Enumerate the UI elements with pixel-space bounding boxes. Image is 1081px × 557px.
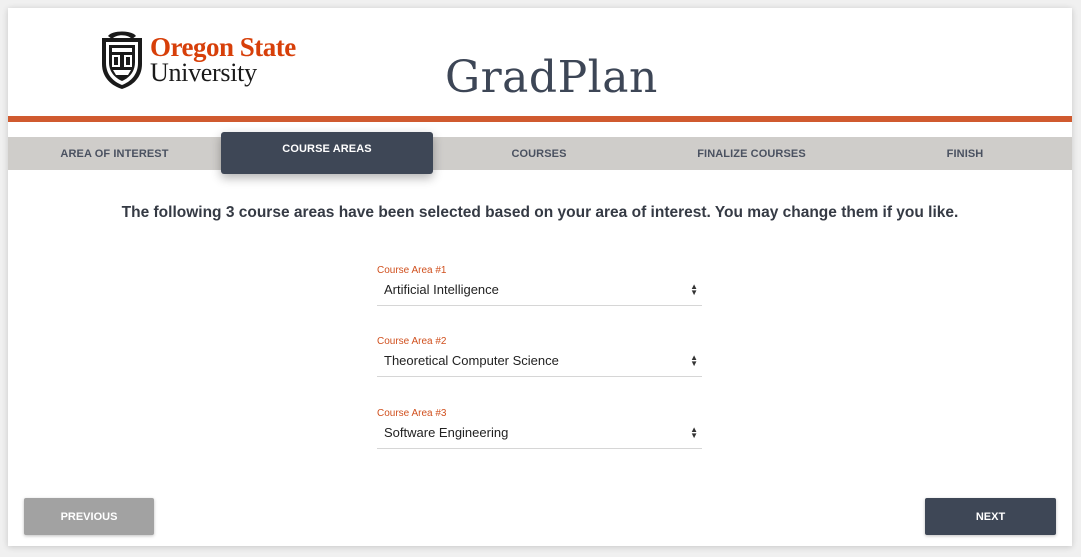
intro-text: The following 3 course areas have been s… [121,204,959,221]
course-area-2-field: Course Area #2 Theoretical Computer Scie… [377,336,702,377]
step-area-of-interest[interactable]: AREA OF INTEREST [8,137,221,170]
app-title: GradPlan [445,52,658,103]
course-area-1-field: Course Area #1 Artificial Intelligence ▲… [377,265,702,306]
step-finish[interactable]: FINISH [858,137,1072,170]
select-arrows-icon: ▲ ▼ [690,425,698,440]
course-area-2-value: Theoretical Computer Science [384,353,559,368]
course-area-2-label: Course Area #2 [377,336,447,347]
wordmark-line1: Oregon State [150,32,296,62]
wordmark-line2: University [150,58,257,87]
osu-wordmark: Oregon State University [150,34,296,86]
course-area-3-value: Software Engineering [384,425,509,440]
course-area-3-field: Course Area #3 Software Engineering ▲ ▼ [377,408,702,449]
next-button[interactable]: NEXT [925,498,1056,535]
select-arrows-icon: ▲ ▼ [690,353,698,368]
course-area-3-select[interactable]: Software Engineering ▲ ▼ [377,425,702,449]
header: Oregon State University GradPlan [8,8,1072,116]
course-area-1-value: Artificial Intelligence [384,282,499,297]
osu-seal-icon [102,31,142,89]
step-finalize-courses[interactable]: FINALIZE COURSES [645,137,858,170]
step-course-areas[interactable]: COURSE AREAS [221,132,433,174]
previous-button[interactable]: PREVIOUS [24,498,154,535]
step-courses[interactable]: COURSES [433,137,645,170]
select-arrows-icon: ▲ ▼ [690,282,698,297]
page-card: Oregon State University GradPlan AREA OF… [8,8,1072,546]
course-area-3-label: Course Area #3 [377,408,447,419]
course-area-2-select[interactable]: Theoretical Computer Science ▲ ▼ [377,353,702,377]
course-area-1-select[interactable]: Artificial Intelligence ▲ ▼ [377,282,702,306]
header-divider [8,116,1072,122]
step-bar: AREA OF INTEREST COURSE AREAS COURSES FI… [8,132,1072,174]
osu-logo: Oregon State University [98,30,296,90]
course-area-1-label: Course Area #1 [377,265,447,276]
